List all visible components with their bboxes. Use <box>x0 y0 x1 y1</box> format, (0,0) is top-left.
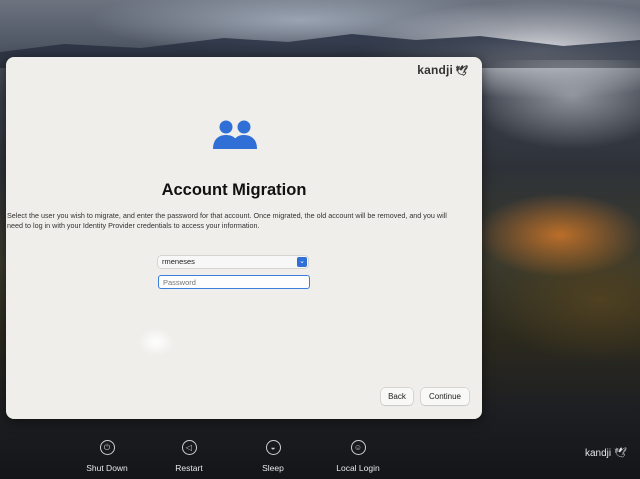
user-select-value: rmeneses <box>162 257 195 266</box>
users-icon <box>213 120 257 149</box>
account-migration-dialog: kandji 🕊 Account Migration Select the use… <box>6 57 482 419</box>
background-fog <box>470 60 640 150</box>
page-title: Account Migration <box>161 181 307 199</box>
restart-button[interactable]: ◁ Restart <box>167 440 211 473</box>
local-login-label: Local Login <box>336 463 380 473</box>
shut-down-label: Shut Down <box>86 463 128 473</box>
password-field[interactable] <box>158 275 310 289</box>
bottom-brand-name: kandji <box>585 448 612 459</box>
sleep-label: Sleep <box>262 463 284 473</box>
sleep-icon: ◒ <box>265 440 281 455</box>
chevron-updown-icon[interactable]: ⌄ <box>297 257 307 267</box>
shut-down-button[interactable]: ⏻ Shut Down <box>82 440 132 473</box>
bird-logo-icon: 🕊 <box>611 448 627 459</box>
power-icon: ⏻ <box>99 440 115 455</box>
description-text: Select the user you wish to migrate, and… <box>7 211 447 230</box>
user-icon: ☺ <box>350 440 366 455</box>
local-login-button[interactable]: ☺ Local Login <box>330 440 386 473</box>
sleep-button[interactable]: ◒ Sleep <box>254 440 292 473</box>
restart-label: Restart <box>175 463 203 473</box>
brand-name: kandji <box>417 63 454 77</box>
screen-glare <box>136 327 176 357</box>
brand-logo: kandji 🕊 <box>417 63 468 77</box>
restart-icon: ◁ <box>181 440 197 455</box>
bottom-brand-logo: kandji 🕊 <box>585 448 627 459</box>
user-select[interactable]: rmeneses ⌄ <box>158 256 308 268</box>
back-button[interactable]: Back <box>381 388 413 405</box>
continue-button[interactable]: Continue <box>421 388 469 405</box>
bird-logo-icon: 🕊 <box>455 66 468 77</box>
